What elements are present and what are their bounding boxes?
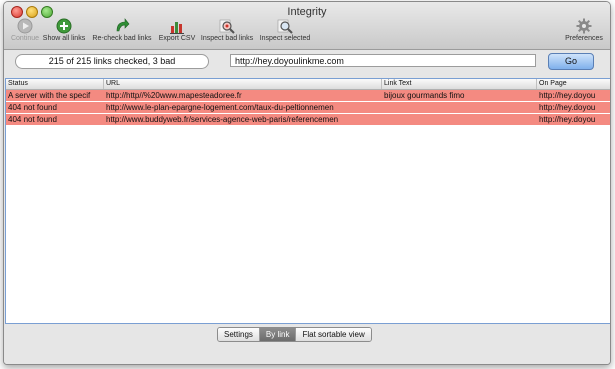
links-checked-summary: 215 of 215 links checked, 3 bad [15,54,209,69]
preferences-label: Preferences [565,35,603,42]
row-link-text: bijoux gourmands fimo [384,91,465,100]
continue-label: Continue [10,35,40,42]
window-title: Integrity [287,6,327,18]
bar-chart-icon [170,22,184,34]
magnifier-icon [277,19,293,34]
row-link-text [382,102,537,113]
row-url: http://www.le-plan-epargne-logement.com/… [106,103,334,112]
gear-icon [576,18,592,34]
results-table: Status URL Link Text On Page A server wi… [5,78,610,324]
recheck-bad-links-label: Re-check bad links [92,35,152,42]
column-header-on-page[interactable]: On Page [537,79,610,89]
go-button[interactable]: Go [548,53,594,70]
row-url: http://www.buddyweb.fr/services-agence-w… [106,115,339,124]
url-input[interactable]: http://hey.doyoulinkme.com [230,54,536,67]
table-header: Status URL Link Text On Page [6,79,610,90]
view-by-link-tab[interactable]: By link [259,328,297,341]
row-on-page: http://hey.doyou [539,103,596,112]
main-content: 215 of 215 links checked, 3 bad http://h… [4,50,610,364]
inspect-bad-links-button[interactable]: Inspect bad links [199,18,255,48]
magnifier-red-icon [219,19,235,34]
row-link-text [382,114,537,125]
inspect-selected-label: Inspect selected [259,35,311,42]
export-csv-button[interactable]: Export CSV [158,18,196,48]
column-header-status[interactable]: Status [6,79,104,89]
plus-icon [56,18,72,34]
export-csv-label: Export CSV [158,35,196,42]
recheck-bad-links-button[interactable]: Re-check bad links [90,18,154,48]
view-switch: Settings By link Flat sortable view [217,327,372,342]
show-all-links-button[interactable]: Show all links [42,18,86,48]
show-all-links-label: Show all links [42,35,86,42]
title-bar: Integrity Continue Show all links Re-che… [4,2,610,50]
preferences-button[interactable]: Preferences [564,18,604,48]
recheck-arrow-icon [116,18,130,32]
row-status: 404 not found [8,115,57,124]
row-status: 404 not found [8,103,57,112]
inspect-bad-links-label: Inspect bad links [200,35,254,42]
column-header-link-text[interactable]: Link Text [382,79,537,89]
inspect-selected-button[interactable]: Inspect selected [257,18,313,48]
row-url: http://http//%20www.mapesteadoree.fr [106,91,242,100]
row-status: A server with the specif [8,91,91,100]
column-header-url[interactable]: URL [104,79,382,89]
view-flat-sortable-tab[interactable]: Flat sortable view [296,328,371,341]
table-row[interactable]: A server with the specif http://http//%2… [6,90,610,102]
view-settings-tab[interactable]: Settings [218,328,260,341]
table-row[interactable]: 404 not found http://www.le-plan-epargne… [6,102,610,114]
table-row[interactable]: 404 not found http://www.buddyweb.fr/ser… [6,114,610,126]
continue-button[interactable]: Continue [8,18,42,48]
row-on-page: http://hey.doyou [539,91,596,100]
app-window: Integrity Continue Show all links Re-che… [3,1,611,365]
row-on-page: http://hey.doyou [539,115,596,124]
play-icon [17,18,33,34]
